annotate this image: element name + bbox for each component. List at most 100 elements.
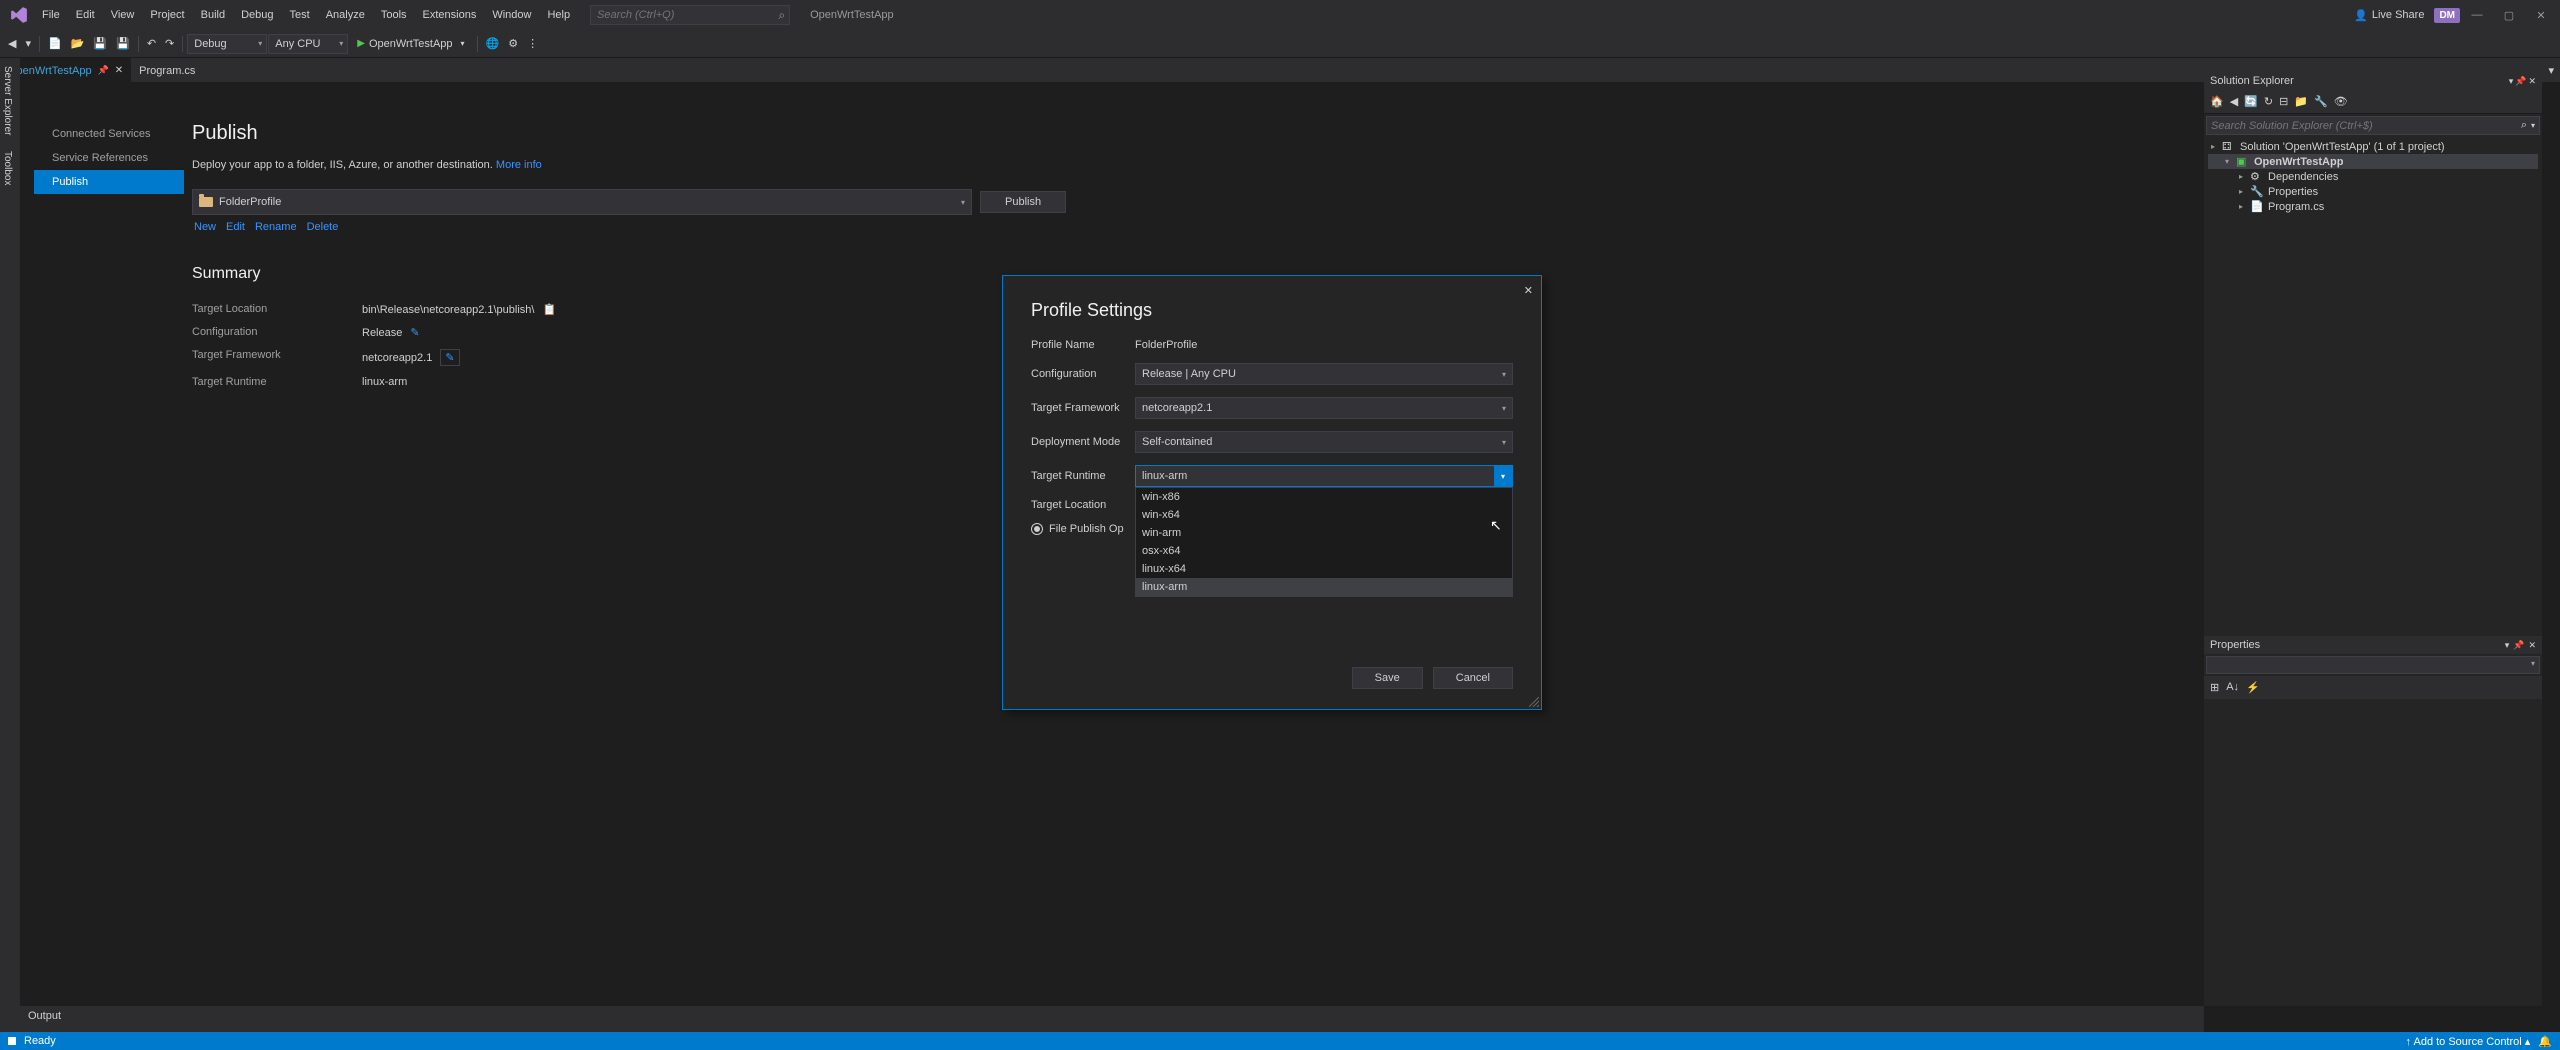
- server-explorer-tab[interactable]: Server Explorer: [0, 58, 15, 143]
- dialog-close-button[interactable]: ✕: [1524, 284, 1533, 297]
- close-icon[interactable]: ✕: [2528, 76, 2536, 87]
- expand-icon[interactable]: ▸: [2236, 202, 2246, 211]
- close-icon[interactable]: ✕: [115, 65, 123, 76]
- expand-icon[interactable]: ▸: [2236, 187, 2246, 196]
- nav-back-button[interactable]: ◀: [4, 35, 20, 52]
- redo-button[interactable]: ↷: [161, 35, 178, 52]
- menu-debug[interactable]: Debug: [233, 0, 281, 30]
- solution-node[interactable]: ▸ ⚃ Solution 'OpenWrtTestApp' (1 of 1 pr…: [2208, 139, 2538, 154]
- solution-platform-dropdown[interactable]: Any CPU: [268, 34, 348, 54]
- framework-dropdown[interactable]: netcoreapp2.1: [1135, 397, 1513, 419]
- home-icon[interactable]: 🏠: [2208, 93, 2226, 110]
- preview-icon[interactable]: 👁: [2332, 93, 2350, 110]
- refresh-icon[interactable]: ↻: [2262, 93, 2275, 110]
- tab-overflow-button[interactable]: ▾: [2542, 58, 2560, 82]
- runtime-option[interactable]: osx-x64: [1136, 542, 1512, 560]
- save-button[interactable]: Save: [1352, 667, 1423, 689]
- collapse-icon[interactable]: ⊟: [2277, 93, 2290, 110]
- output-panel-tab[interactable]: Output: [20, 1006, 2204, 1032]
- menu-test[interactable]: Test: [282, 0, 318, 30]
- runtime-option[interactable]: win-x64: [1136, 506, 1512, 524]
- menu-project[interactable]: Project: [142, 0, 192, 30]
- close-window-button[interactable]: ✕: [2526, 0, 2556, 30]
- start-debugging-button[interactable]: ▶ OpenWrtTestApp ▾: [349, 36, 472, 52]
- save-all-button[interactable]: 💾: [112, 35, 134, 52]
- user-avatar[interactable]: DM: [2434, 8, 2460, 23]
- pin-icon[interactable]: 📌: [2513, 640, 2524, 651]
- new-project-button[interactable]: 📄: [44, 35, 66, 52]
- show-all-icon[interactable]: 📁: [2292, 93, 2310, 110]
- source-control-button[interactable]: ↑ Add to Source Control ▴: [2406, 1035, 2531, 1048]
- save-button[interactable]: 💾: [89, 35, 111, 52]
- pin-icon[interactable]: 📌: [98, 65, 109, 76]
- categorized-icon[interactable]: ⊞: [2208, 679, 2221, 696]
- browse-button[interactable]: 🌐: [482, 35, 504, 52]
- menu-analyze[interactable]: Analyze: [318, 0, 373, 30]
- menu-extensions[interactable]: Extensions: [415, 0, 485, 30]
- properties-object-dropdown[interactable]: [2206, 656, 2540, 674]
- nav-forward-button[interactable]: ▾: [21, 35, 35, 52]
- collapse-icon[interactable]: ▾: [2222, 157, 2232, 166]
- publish-button[interactable]: Publish: [980, 191, 1066, 213]
- menu-help[interactable]: Help: [539, 0, 578, 30]
- notifications-icon[interactable]: 🔔: [2538, 1035, 2552, 1048]
- properties-node[interactable]: ▸ 🔧 Properties: [2208, 184, 2538, 199]
- alphabetical-icon[interactable]: A↓: [2224, 679, 2241, 696]
- maximize-button[interactable]: ▢: [2494, 0, 2524, 30]
- runtime-option[interactable]: linux-x64: [1136, 560, 1512, 578]
- edit-icon[interactable]: ✎: [410, 326, 419, 339]
- runtime-option[interactable]: win-x86: [1136, 488, 1512, 506]
- cancel-button[interactable]: Cancel: [1433, 667, 1513, 689]
- tab-program-cs[interactable]: Program.cs: [131, 58, 203, 82]
- deployment-mode-dropdown[interactable]: Self-contained: [1135, 431, 1513, 453]
- settings-button[interactable]: ⚙: [504, 35, 522, 52]
- profile-delete-link[interactable]: Delete: [307, 221, 339, 233]
- project-node[interactable]: ▾ ▣ OpenWrtTestApp: [2208, 154, 2538, 169]
- live-share-button[interactable]: 👤 Live Share: [2346, 5, 2432, 26]
- expand-icon[interactable]: ▸: [2236, 172, 2246, 181]
- close-icon[interactable]: ✕: [2528, 640, 2536, 651]
- nav-connected-services[interactable]: Connected Services: [34, 122, 184, 146]
- target-runtime-dropdown[interactable]: linux-arm ▾ win-x86 win-x64 win-arm osx-…: [1135, 465, 1513, 487]
- solution-search[interactable]: ⌕ ▾: [2206, 116, 2540, 135]
- events-icon[interactable]: ⚡: [2244, 679, 2262, 696]
- toolbox-tab[interactable]: Toolbox: [0, 143, 15, 193]
- quick-launch-search[interactable]: ⌕: [590, 5, 790, 25]
- chevron-down-icon[interactable]: ▾: [2531, 121, 2535, 130]
- solution-search-input[interactable]: [2211, 120, 2521, 132]
- dropdown-icon[interactable]: ▾: [2509, 76, 2514, 87]
- nav-publish[interactable]: Publish: [34, 170, 184, 194]
- profile-edit-link[interactable]: Edit: [226, 221, 245, 233]
- profile-dropdown[interactable]: FolderProfile: [192, 189, 972, 215]
- nav-service-references[interactable]: Service References: [34, 146, 184, 170]
- overflow-button[interactable]: ⋮: [523, 35, 542, 52]
- pin-icon[interactable]: 📌: [2515, 76, 2526, 87]
- more-info-link[interactable]: More info: [496, 159, 542, 171]
- copy-icon[interactable]: 📋: [542, 303, 556, 316]
- search-input[interactable]: [597, 9, 783, 21]
- open-file-button[interactable]: 📂: [67, 35, 89, 52]
- undo-button[interactable]: ↶: [143, 35, 160, 52]
- properties-icon[interactable]: 🔧: [2312, 93, 2330, 110]
- menu-build[interactable]: Build: [193, 0, 233, 30]
- menu-file[interactable]: File: [34, 0, 68, 30]
- runtime-option-selected[interactable]: linux-arm: [1136, 578, 1512, 596]
- configuration-dropdown[interactable]: Release | Any CPU: [1135, 363, 1513, 385]
- profile-new-link[interactable]: New: [194, 221, 216, 233]
- menu-edit[interactable]: Edit: [68, 0, 103, 30]
- runtime-option[interactable]: win-arm: [1136, 524, 1512, 542]
- file-node[interactable]: ▸ 📄 Program.cs: [2208, 199, 2538, 214]
- expand-icon[interactable]: ▸: [2208, 142, 2218, 151]
- dependencies-node[interactable]: ▸ ⚙ Dependencies: [2208, 169, 2538, 184]
- solution-config-dropdown[interactable]: Debug: [187, 34, 267, 54]
- edit-icon[interactable]: ✎: [440, 349, 459, 366]
- profile-rename-link[interactable]: Rename: [255, 221, 297, 233]
- menu-window[interactable]: Window: [484, 0, 539, 30]
- back-icon[interactable]: ◀: [2228, 93, 2240, 110]
- menu-tools[interactable]: Tools: [373, 0, 415, 30]
- minimize-button[interactable]: —: [2462, 0, 2492, 30]
- sync-icon[interactable]: 🔄: [2242, 93, 2260, 110]
- dropdown-icon[interactable]: ▾: [2505, 640, 2510, 651]
- menu-view[interactable]: View: [103, 0, 143, 30]
- resize-grip-icon[interactable]: [1529, 697, 1539, 707]
